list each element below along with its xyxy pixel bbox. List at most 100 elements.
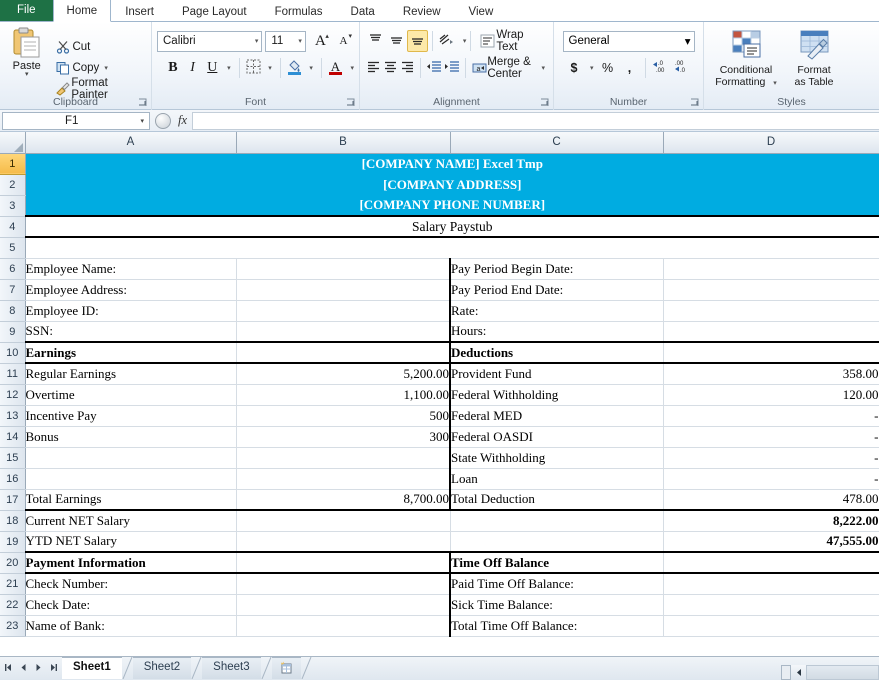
orientation-button[interactable] — [437, 30, 458, 52]
row-header-18[interactable]: 18 — [0, 510, 26, 532]
align-top-button[interactable] — [365, 30, 386, 52]
cell-d10[interactable] — [663, 342, 879, 364]
tab-home[interactable]: Home — [52, 0, 112, 22]
cell-a11-regular-earnings-label[interactable]: Regular Earnings — [25, 363, 237, 385]
previous-sheet-icon[interactable] — [19, 663, 28, 675]
cell-a13-incentive-pay-label[interactable]: Incentive Pay — [25, 405, 237, 427]
cell-a7-employee-address-label[interactable]: Employee Address: — [25, 279, 237, 301]
shrink-font-button[interactable]: A ▾ — [333, 30, 354, 52]
cell-a16[interactable] — [25, 468, 237, 490]
cell-a20-payment-information-header[interactable]: Payment Information — [25, 552, 237, 574]
font-size-combo[interactable]: 11 ▾ — [265, 30, 306, 52]
cell-c10-deductions-header[interactable]: Deductions — [450, 342, 664, 364]
cell-a4-document-title[interactable]: Salary Paystub — [25, 216, 879, 238]
cell-b23[interactable] — [236, 615, 451, 637]
cell-d20[interactable] — [663, 552, 879, 574]
align-bottom-button[interactable] — [406, 30, 428, 52]
row-header-23[interactable]: 23 — [0, 615, 26, 637]
cell-a18-current-net-salary-label[interactable]: Current NET Salary — [25, 510, 237, 532]
cell-d23[interactable] — [663, 615, 879, 637]
row-header-20[interactable]: 20 — [0, 552, 26, 574]
row-header-5[interactable]: 5 — [0, 237, 26, 259]
font-name-combo[interactable]: Calibri ▾ — [157, 30, 263, 52]
cell-d5[interactable] — [663, 237, 879, 259]
chevron-down-icon[interactable]: ▾ — [351, 64, 355, 72]
row-header-17[interactable]: 17 — [0, 489, 26, 511]
formula-input[interactable] — [192, 111, 879, 130]
row-header-3[interactable]: 3 — [0, 195, 26, 217]
cell-a14-bonus-label[interactable]: Bonus — [25, 426, 237, 448]
cell-d18-current-net-salary-value[interactable]: 8,222.00 — [663, 510, 879, 532]
currency-button[interactable]: $ — [563, 57, 585, 79]
number-dialog-launcher[interactable] — [690, 98, 699, 107]
tab-page-layout[interactable]: Page Layout — [168, 1, 261, 21]
tab-review[interactable]: Review — [389, 1, 455, 21]
cell-a6-employee-name-label[interactable]: Employee Name: — [25, 258, 237, 280]
cell-b9[interactable] — [236, 321, 451, 343]
cell-a8-employee-id-label[interactable]: Employee ID: — [25, 300, 237, 322]
fill-color-button[interactable] — [285, 57, 305, 79]
cell-c18[interactable] — [450, 510, 664, 532]
chevron-down-icon[interactable]: ▾ — [590, 64, 594, 72]
row-header-9[interactable]: 9 — [0, 321, 26, 343]
decrease-decimal-button[interactable]: .00 .0 — [672, 57, 694, 79]
align-left-button[interactable] — [365, 57, 382, 79]
chevron-down-icon[interactable]: ▾ — [104, 64, 108, 72]
italic-button[interactable]: I — [183, 57, 203, 79]
row-header-22[interactable]: 22 — [0, 594, 26, 616]
cell-d9[interactable] — [663, 321, 879, 343]
name-box[interactable]: F1 ▾ — [2, 111, 150, 130]
bold-button[interactable]: B — [163, 57, 183, 79]
column-header-a[interactable]: A — [25, 132, 237, 154]
row-header-16[interactable]: 16 — [0, 468, 26, 490]
cell-c12-federal-withholding-label[interactable]: Federal Withholding — [450, 384, 664, 406]
cell-b5[interactable] — [236, 237, 450, 259]
grow-font-button[interactable]: A ▴ — [310, 30, 331, 52]
column-header-d[interactable]: D — [663, 132, 879, 154]
cell-a3-company-phone[interactable]: [COMPANY PHONE NUMBER] — [25, 195, 879, 217]
next-sheet-icon[interactable] — [34, 663, 43, 675]
cell-b21[interactable] — [236, 573, 451, 595]
tab-data[interactable]: Data — [337, 1, 389, 21]
cell-b14-bonus-value[interactable]: 300 — [236, 426, 451, 448]
number-format-combo[interactable]: General ▾ — [562, 30, 695, 52]
chevron-down-icon[interactable]: ▾ — [541, 64, 545, 72]
cell-b6[interactable] — [236, 258, 451, 280]
chevron-down-icon[interactable]: ▾ — [140, 117, 149, 125]
cell-b22[interactable] — [236, 594, 451, 616]
cell-c6-pay-period-begin-label[interactable]: Pay Period Begin Date: — [450, 258, 664, 280]
cell-b11-regular-earnings-value[interactable]: 5,200.00 — [236, 363, 451, 385]
sheet-tab-sheet3[interactable]: Sheet3 — [202, 657, 261, 679]
tab-insert[interactable]: Insert — [111, 1, 168, 21]
cell-b10[interactable] — [236, 342, 451, 364]
cell-c7-pay-period-end-label[interactable]: Pay Period End Date: — [450, 279, 664, 301]
scrollbar-track[interactable] — [806, 664, 879, 680]
align-middle-button[interactable] — [386, 30, 407, 52]
alignment-dialog-launcher[interactable] — [540, 98, 549, 107]
cell-a21-check-number-label[interactable]: Check Number: — [25, 573, 237, 595]
cell-d22[interactable] — [663, 594, 879, 616]
cell-c19[interactable] — [450, 531, 664, 553]
cell-a1-company-name[interactable]: [COMPANY NAME] Excel Tmp — [25, 153, 879, 174]
cell-c9-hours-label[interactable]: Hours: — [450, 321, 664, 343]
row-header-8[interactable]: 8 — [0, 300, 26, 322]
cell-d6[interactable] — [663, 258, 879, 280]
cell-c23-total-time-off-label[interactable]: Total Time Off Balance: — [450, 615, 664, 637]
cell-a2-company-address[interactable]: [COMPANY ADDRESS] — [25, 174, 879, 195]
cell-c11-provident-fund-label[interactable]: Provident Fund — [450, 363, 664, 385]
copy-button[interactable]: Copy ▾ — [51, 57, 146, 78]
row-header-12[interactable]: 12 — [0, 384, 26, 406]
tab-formulas[interactable]: Formulas — [261, 1, 337, 21]
row-header-6[interactable]: 6 — [0, 258, 26, 280]
cell-d7[interactable] — [663, 279, 879, 301]
insert-worksheet-button[interactable] — [271, 657, 301, 679]
row-header-1[interactable]: 1 — [0, 153, 26, 175]
borders-button[interactable] — [244, 57, 264, 79]
cut-button[interactable]: Cut — [51, 36, 146, 57]
cell-d21[interactable] — [663, 573, 879, 595]
row-header-2[interactable]: 2 — [0, 174, 26, 196]
chevron-down-icon[interactable]: ▾ — [309, 64, 313, 72]
sheet-tab-sheet1[interactable]: Sheet1 — [62, 657, 122, 679]
cell-c13-federal-med-label[interactable]: Federal MED — [450, 405, 664, 427]
clipboard-dialog-launcher[interactable] — [138, 98, 147, 107]
